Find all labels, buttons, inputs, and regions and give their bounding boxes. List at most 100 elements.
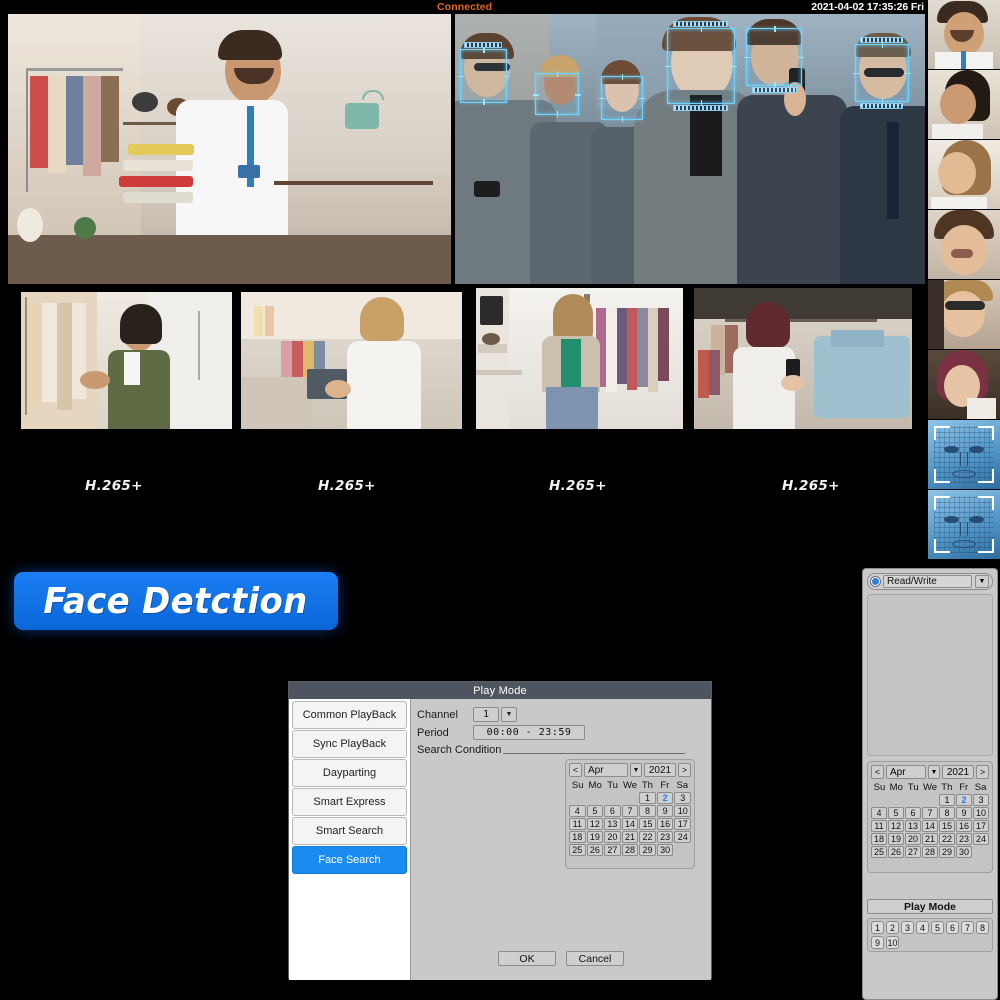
calendar-day[interactable]: 30 (956, 846, 972, 858)
channel-select[interactable]: 1 (473, 707, 499, 722)
mode-item-smart-search[interactable]: Smart Search (292, 817, 407, 845)
channel-button[interactable]: 10 (886, 936, 899, 949)
calendar-day[interactable]: 7 (922, 807, 938, 819)
calendar-day[interactable]: 26 (888, 846, 904, 858)
calendar-day[interactable]: 24 (973, 833, 989, 845)
face-thumbnail[interactable] (928, 350, 1000, 420)
face-thumbnail[interactable] (928, 0, 1000, 70)
chevron-down-icon[interactable]: ▼ (501, 707, 517, 722)
calendar-day[interactable]: 24 (674, 831, 691, 843)
calendar-day[interactable]: 15 (639, 818, 656, 830)
calendar-day[interactable]: 8 (639, 805, 656, 817)
video-pane-4[interactable] (241, 292, 462, 429)
calendar-day[interactable]: 4 (569, 805, 586, 817)
cancel-button[interactable]: Cancel (566, 951, 624, 966)
calendar-day[interactable]: 29 (939, 846, 955, 858)
calendar-day[interactable]: 13 (905, 820, 921, 832)
calendar-month-select[interactable]: Apr (584, 763, 628, 777)
chevron-down-icon[interactable]: ▼ (630, 763, 642, 777)
chevron-down-icon[interactable]: ▼ (975, 575, 989, 588)
mode-item-common-playback[interactable]: Common PlayBack (292, 701, 407, 729)
period-input[interactable]: 00:00 - 23:59 (473, 725, 585, 740)
calendar-day[interactable]: 28 (621, 844, 639, 856)
calendar-day[interactable]: 23 (956, 833, 972, 845)
channel-button[interactable]: 5 (931, 921, 944, 934)
calendar-day[interactable]: 27 (604, 844, 621, 856)
calendar-day[interactable]: 29 (639, 844, 656, 856)
calendar-day[interactable]: 13 (604, 818, 621, 830)
calendar-day[interactable]: 2 (956, 794, 972, 806)
calendar-day[interactable]: 10 (973, 807, 989, 819)
calendar-day[interactable]: 23 (656, 831, 674, 843)
video-pane-3[interactable] (21, 292, 232, 429)
video-pane-5[interactable] (476, 288, 683, 429)
calendar-day[interactable]: 18 (871, 833, 887, 845)
calendar-day[interactable]: 10 (674, 805, 691, 817)
calendar-next-button[interactable]: > (976, 765, 989, 779)
calendar-day[interactable]: 3 (973, 794, 989, 806)
face-thumbnail[interactable] (928, 70, 1000, 140)
calendar-day[interactable]: 14 (922, 820, 938, 832)
calendar-day[interactable]: 2 (656, 792, 674, 804)
play-mode-button[interactable]: Play Mode (867, 899, 993, 914)
video-pane-1[interactable] (8, 14, 451, 284)
face-thumbnail[interactable] (928, 280, 1000, 350)
video-pane-2[interactable] (455, 14, 925, 284)
biometric-face-scan-thumbnail[interactable] (928, 490, 1000, 560)
calendar-day[interactable]: 14 (621, 818, 639, 830)
calendar-day[interactable]: 28 (922, 846, 938, 858)
mode-item-smart-express[interactable]: Smart Express (292, 788, 407, 816)
calendar-day[interactable]: 22 (639, 831, 656, 843)
calendar-day[interactable]: 27 (905, 846, 921, 858)
calendar-prev-button[interactable]: < (569, 763, 582, 777)
face-thumbnail[interactable] (928, 140, 1000, 210)
calendar-day[interactable]: 17 (674, 818, 691, 830)
calendar-prev-button[interactable]: < (871, 765, 884, 779)
calendar-day[interactable]: 5 (586, 805, 604, 817)
channel-button[interactable]: 3 (901, 921, 914, 934)
calendar-day[interactable]: 21 (621, 831, 639, 843)
channel-button[interactable]: 8 (976, 921, 989, 934)
calendar-day[interactable]: 12 (586, 818, 604, 830)
channel-button[interactable]: 7 (961, 921, 974, 934)
calendar-day[interactable]: 25 (569, 844, 586, 856)
calendar-next-button[interactable]: > (678, 763, 691, 777)
face-thumbnail[interactable] (928, 210, 1000, 280)
channel-button[interactable]: 1 (871, 921, 884, 934)
calendar-day[interactable]: 30 (656, 844, 674, 856)
calendar-year-input[interactable]: 2021 (942, 765, 974, 779)
video-pane-6[interactable] (694, 288, 912, 429)
calendar-day[interactable]: 17 (973, 820, 989, 832)
calendar-day[interactable]: 21 (922, 833, 938, 845)
channel-button[interactable]: 2 (886, 921, 899, 934)
calendar-day[interactable]: 19 (586, 831, 604, 843)
calendar-day[interactable]: 4 (871, 807, 887, 819)
calendar-month-select[interactable]: Apr (886, 765, 926, 779)
calendar-day[interactable]: 11 (569, 818, 586, 830)
ok-button[interactable]: OK (498, 951, 556, 966)
calendar-day[interactable]: 1 (939, 794, 955, 806)
readwrite-value[interactable]: Read/Write (883, 575, 972, 588)
calendar-day[interactable]: 19 (888, 833, 904, 845)
calendar-day[interactable]: 7 (621, 805, 639, 817)
calendar-day[interactable]: 3 (674, 792, 691, 804)
mode-item-face-search[interactable]: Face Search (292, 846, 407, 874)
calendar-day[interactable]: 26 (586, 844, 604, 856)
calendar-day[interactable]: 6 (905, 807, 921, 819)
calendar-day[interactable]: 22 (939, 833, 955, 845)
calendar-day[interactable]: 25 (871, 846, 887, 858)
channel-button[interactable]: 9 (871, 936, 884, 949)
mode-item-dayparting[interactable]: Dayparting (292, 759, 407, 787)
calendar-day[interactable]: 16 (956, 820, 972, 832)
biometric-face-scan-thumbnail[interactable] (928, 420, 1000, 490)
calendar-day[interactable]: 8 (939, 807, 955, 819)
radio-selected-icon[interactable] (871, 577, 880, 586)
calendar-day[interactable]: 18 (569, 831, 586, 843)
mode-item-sync-playback[interactable]: Sync PlayBack (292, 730, 407, 758)
calendar-year-input[interactable]: 2021 (644, 763, 676, 777)
calendar-day[interactable]: 16 (656, 818, 674, 830)
calendar-day[interactable]: 9 (956, 807, 972, 819)
channel-button[interactable]: 4 (916, 921, 929, 934)
calendar-day[interactable]: 15 (939, 820, 955, 832)
calendar-day[interactable]: 6 (604, 805, 621, 817)
